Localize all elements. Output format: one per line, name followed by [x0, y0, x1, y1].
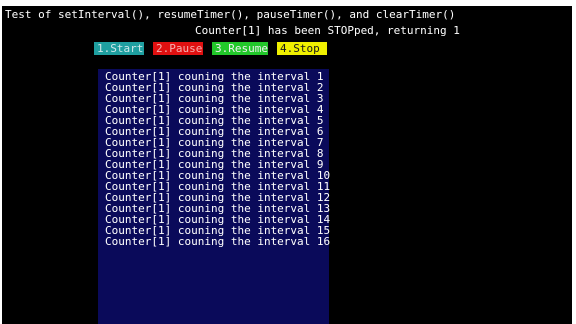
log-panel: Counter[1] couning the interval 1 Counte…: [98, 69, 330, 324]
start-button[interactable]: 1.Start: [94, 42, 144, 55]
stop-button[interactable]: 4.Stop: [277, 42, 327, 55]
resume-button[interactable]: 3.Resume: [212, 42, 268, 55]
pause-button[interactable]: 2.Pause: [153, 42, 203, 55]
page-title: Test of setInterval(), resumeTimer(), pa…: [5, 8, 456, 21]
console-screen: Test of setInterval(), resumeTimer(), pa…: [2, 6, 572, 324]
status-message: Counter[1] has been STOPped, returning 1: [195, 24, 460, 37]
log-list: Counter[1] couning the interval 1 Counte…: [105, 71, 330, 247]
log-line: Counter[1] couning the interval 16: [105, 235, 331, 248]
